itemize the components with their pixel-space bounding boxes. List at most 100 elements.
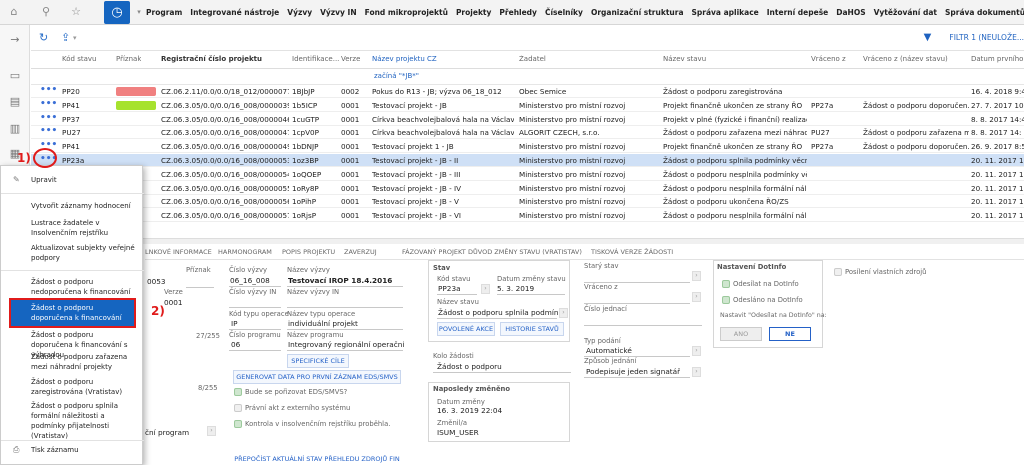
- tab-6[interactable]: TISKOVÁ VERZE ŽÁDOSTI: [591, 248, 673, 256]
- menu-item-13[interactable]: Správa dokumentů: [941, 0, 1024, 25]
- nazev-typu-field[interactable]: [287, 318, 403, 330]
- kod-typu-field[interactable]: [229, 318, 281, 330]
- vraceno-field[interactable]: [584, 292, 690, 304]
- row-menu-icon[interactable]: •••: [40, 126, 57, 136]
- column-header[interactable]: Datum prvního po: [971, 55, 1024, 63]
- historie-stavu-button[interactable]: HISTORIE STAVŮ: [500, 322, 564, 336]
- table-row[interactable]: •••CZ.06.3.05/0.0/0.0/16_008/00000551oRy…: [31, 182, 1024, 195]
- dropdown-icon[interactable]: ›: [692, 346, 701, 356]
- export-icon[interactable]: ⇪: [61, 31, 70, 44]
- specificke-cile-button[interactable]: SPECIFICKÉ CÍLE: [287, 354, 349, 368]
- filter-icon[interactable]: ▼: [924, 32, 932, 43]
- priznak-field[interactable]: [186, 276, 214, 288]
- prepocist-button[interactable]: PŘEPOČÍST AKTUÁLNÍ STAV PŘEHLEDU ZDROJŮ …: [233, 455, 401, 465]
- menu-item-12[interactable]: Vytěžování dat: [870, 0, 941, 25]
- tab-5[interactable]: DŮVOD ZMĚNY STAVU (VRATISTAV): [468, 248, 582, 256]
- chevron-down-icon[interactable]: ▾: [73, 34, 77, 42]
- menu-item-tisk[interactable]: Tisk záznamu: [31, 445, 79, 455]
- eds-checkbox[interactable]: [234, 388, 242, 396]
- tab-2[interactable]: POPIS PROJEKTU: [282, 248, 335, 256]
- filter-label[interactable]: FILTR 1 (NEULOŽE...: [949, 33, 1024, 42]
- kod-stavu-field[interactable]: [437, 283, 477, 295]
- pravni-checkbox[interactable]: [234, 404, 242, 412]
- panel-bottom-icon[interactable]: ▥: [7, 122, 23, 136]
- tab-3[interactable]: ZAVERZUJ: [344, 248, 377, 256]
- arrow-right-icon[interactable]: →: [7, 33, 23, 47]
- menu-item-vytvorit[interactable]: Vytvořit záznamy hodnocení: [31, 201, 131, 211]
- menu-item-0[interactable]: Program: [142, 0, 186, 25]
- column-header[interactable]: Vráceno z (název stavu): [863, 55, 948, 63]
- menu-item-1[interactable]: Integrované nástroje: [186, 0, 283, 25]
- table-row[interactable]: ••• PP23a CZ.06.3.05/0.0/0.0/16_008/000005…: [31, 154, 1024, 167]
- document-icon[interactable]: ▭: [7, 69, 23, 83]
- odeslat-checkbox[interactable]: [722, 280, 730, 288]
- row-menu-icon[interactable]: •••: [40, 99, 57, 109]
- menu-item-lustrace[interactable]: Lustrace žadatele v Insolvenčním rejstří…: [31, 218, 136, 238]
- menu-item-2[interactable]: Výzvy: [283, 0, 316, 25]
- odeslano-checkbox[interactable]: [722, 296, 730, 304]
- dropdown-icon[interactable]: ›: [207, 426, 216, 436]
- menu-item-nahradni[interactable]: Žádost o podporu zařazena mezi náhradní …: [31, 352, 136, 372]
- row-menu-icon[interactable]: •••: [40, 85, 57, 95]
- nazev-programu-field[interactable]: [287, 339, 403, 351]
- dropdown-icon[interactable]: ›: [481, 284, 490, 294]
- menu-item-8[interactable]: Organizační struktura: [587, 0, 688, 25]
- column-header[interactable]: Vráceno z: [811, 55, 846, 63]
- menu-item-nedoporucena[interactable]: Žádost o podporu nedoporučena k financov…: [31, 277, 136, 297]
- cislo-jednaci-field[interactable]: [584, 314, 702, 326]
- tab-4[interactable]: FÁZOVANÝ PROJEKT: [402, 248, 466, 256]
- ne-button[interactable]: NE: [769, 327, 811, 341]
- row-menu-icon[interactable]: •••: [40, 113, 57, 123]
- zpusob-field[interactable]: [584, 366, 690, 378]
- dropdown-icon[interactable]: ›: [559, 308, 568, 318]
- filter-value[interactable]: začíná "*JB*": [374, 72, 419, 80]
- menu-item-4[interactable]: Fond mikroprojektů: [361, 0, 452, 25]
- table-row[interactable]: •••CZ.06.3.05/0.0/0.0/16_008/00000541oQO…: [31, 168, 1024, 181]
- star-icon[interactable]: ☆: [68, 4, 84, 20]
- nazev-vyzvy-in-field[interactable]: [287, 296, 403, 308]
- posileni-checkbox[interactable]: [834, 268, 842, 276]
- dropdown-icon[interactable]: ›: [692, 292, 701, 302]
- column-header[interactable]: Název projektu CZ: [372, 55, 437, 63]
- column-header[interactable]: Identifikace...: [292, 55, 339, 63]
- stary-stav-field[interactable]: [584, 271, 690, 283]
- column-header[interactable]: Registrační číslo projektu: [161, 55, 262, 63]
- dropdown-icon[interactable]: ›: [692, 367, 701, 377]
- cislo-programu-field[interactable]: [229, 339, 281, 351]
- table-row[interactable]: •••CZ.06.3.05/0.0/0.0/16_008/00000571oRj…: [31, 209, 1024, 223]
- menu-item-upravit[interactable]: Upravit: [31, 175, 57, 185]
- kolo-field[interactable]: [433, 361, 571, 373]
- menu-item-aktualizovat[interactable]: Aktualizovat subjekty veřejné podpory: [31, 243, 136, 263]
- search-icon[interactable]: ⚲: [38, 4, 54, 20]
- menu-item-splnila[interactable]: Žádost o podporu splnila formální náleži…: [31, 401, 139, 441]
- home-icon[interactable]: ⌂: [6, 4, 22, 20]
- menu-item-zaregistrovana[interactable]: Žádost o podporu zaregistrována (Vratist…: [31, 377, 136, 397]
- refresh-icon[interactable]: ↻: [39, 31, 48, 44]
- column-header[interactable]: Kód stavu: [62, 55, 96, 63]
- menu-item-3[interactable]: Výzvy IN: [316, 0, 361, 25]
- table-row[interactable]: •••CZ.06.3.05/0.0/0.0/16_008/00000561oPi…: [31, 195, 1024, 209]
- column-header[interactable]: Název stavu: [663, 55, 706, 63]
- table-row[interactable]: ••• PP41 CZ.06.3.05/0.0/0.0/16_008/0000039…: [31, 99, 1024, 112]
- menu-item-10[interactable]: Interní depeše: [763, 0, 832, 25]
- table-row[interactable]: ••• PU27 CZ.06.3.05/0.0/0.0/16_008/0000047…: [31, 126, 1024, 140]
- tab-0[interactable]: LNKOVÉ INFORMACE: [145, 248, 212, 256]
- typ-podani-field[interactable]: [584, 345, 690, 357]
- menu-item-5[interactable]: Projekty: [452, 0, 495, 25]
- kontrola-checkbox[interactable]: [234, 420, 242, 428]
- clock-icon[interactable]: ◷: [104, 1, 130, 24]
- cislo-vyzvy-in-field[interactable]: [229, 296, 281, 308]
- menu-item-7[interactable]: Číselníky: [541, 0, 587, 25]
- povolene-akce-button[interactable]: POVOLENÉ AKCE: [437, 322, 495, 336]
- panel-icon[interactable]: ▤: [7, 95, 23, 109]
- datum-zmeny-stavu-field[interactable]: [497, 283, 565, 295]
- ano-button[interactable]: ANO: [720, 327, 762, 341]
- dropdown-icon[interactable]: ›: [692, 271, 701, 281]
- column-header[interactable]: Verze: [341, 55, 360, 63]
- nazev-stavu-field[interactable]: [437, 307, 557, 319]
- column-header[interactable]: Žadatel: [519, 55, 546, 63]
- generovat-data-button[interactable]: GENEROVAT DATA PRO PRVNÍ ZÁZNAM EDS/SMVS: [233, 370, 401, 384]
- table-row[interactable]: ••• PP41 CZ.06.3.05/0.0/0.0/16_008/0000049…: [31, 140, 1024, 154]
- tab-1[interactable]: HARMONOGRAM: [218, 248, 272, 256]
- menu-item-6[interactable]: Přehledy: [495, 0, 541, 25]
